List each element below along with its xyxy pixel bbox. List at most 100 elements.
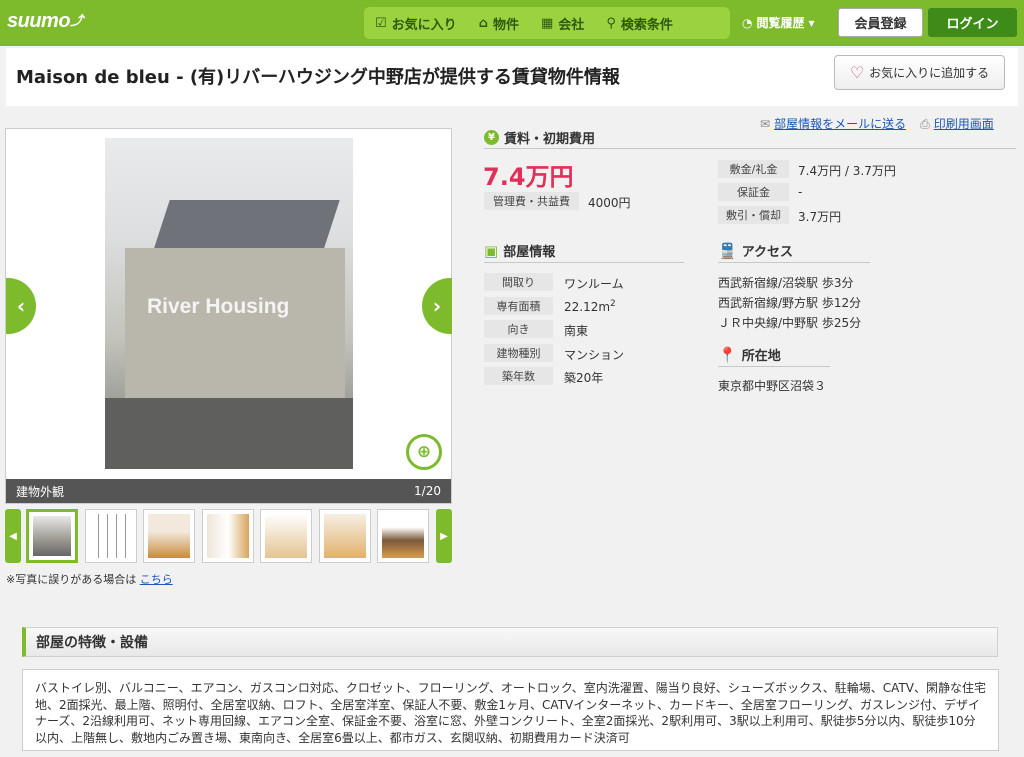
location-heading: 📍 所在地 (718, 345, 781, 365)
utility-links: ✉ 部屋情報をメールに送る ⎙ 印刷用画面 (760, 115, 994, 132)
photo-ground (105, 398, 353, 469)
prev-photo-button[interactable]: ‹ (6, 278, 36, 334)
thumbnail[interactable] (319, 509, 371, 563)
page-title: Maison de bleu - (有)リバーハウジング中野店が提供する賃貸物件… (16, 67, 620, 88)
check-box-icon: ☑ (375, 15, 387, 31)
nav-label: お気に入り (391, 17, 457, 33)
orientation-label: 向き (484, 320, 553, 338)
room-heading: ▣ 部屋情報 (484, 241, 556, 261)
photo-watermark: River Housing (147, 295, 290, 318)
caret-down-icon: ▾ (808, 15, 815, 30)
nav-label: 会社 (558, 17, 585, 33)
access-heading-text: アクセス (741, 245, 794, 260)
printer-icon: ⎙ (920, 117, 930, 131)
mail-icon: ✉ (760, 117, 771, 131)
area-number: 22.12m (564, 300, 611, 314)
building-type-label: 建物種別 (484, 344, 553, 362)
amortization-label: 敷引・償却 (718, 206, 789, 224)
nav-favorites[interactable]: ☑ お気に入り (364, 14, 468, 33)
photo-error-note: ※写真に誤りがある場合は こちら (6, 571, 173, 587)
room-heading-text: 部屋情報 (503, 245, 556, 260)
features-heading: 部屋の特徴・設備 (22, 627, 998, 657)
logo-arrow-icon: ⤴ (70, 13, 83, 28)
history-dropdown[interactable]: ◔ 閲覧履歴 ▾ (742, 14, 815, 31)
rent-price: 7.4万円 (483, 163, 574, 191)
thumbnail-image (33, 516, 71, 556)
location-heading-text: 所在地 (741, 349, 781, 364)
chevron-left-icon: ‹ (16, 294, 26, 318)
add-favorite-button[interactable]: ♡ お気に入りに追加する (834, 55, 1005, 90)
access-line: 西武新宿線/野方駅 歩12分 (718, 296, 862, 310)
nav-search-conditions[interactable]: ⚲ 検索条件 (595, 14, 684, 33)
thumbnail-image (265, 514, 307, 558)
thumbnail[interactable] (26, 509, 78, 563)
layout-value: ワンルーム (564, 277, 624, 291)
guarantee-label: 保証金 (718, 183, 789, 201)
report-link[interactable]: こちら (140, 573, 173, 586)
mail-link-wrap: ✉ 部屋情報をメールに送る (760, 115, 906, 132)
access-line: ＪＲ中央線/中野駅 歩25分 (718, 316, 862, 330)
thumbnail[interactable] (260, 509, 312, 563)
next-photo-button[interactable]: › (422, 278, 452, 334)
main-photo[interactable]: River Housing (105, 138, 353, 469)
site-header: suumo⤴ ☑ お気に入り ⌂ 物件 ▦ 会社 ⚲ 検索条件 ◔ 閲覧履歴 ▾ 会員登録 … (0, 0, 1024, 46)
access-heading: 🚆 アクセス (718, 241, 794, 261)
zoom-in-icon: ⊕ (416, 442, 432, 462)
print-link-wrap: ⎙ 印刷用画面 (920, 115, 994, 132)
thumbnail[interactable] (143, 509, 195, 563)
age-value: 築20年 (564, 371, 604, 385)
photo-gallery: River Housing ‹ › ⊕ 建物外観 1/20 (5, 128, 452, 504)
divider (484, 262, 684, 263)
features-list: バストイレ別、バルコニー、エアコン、ガスコンロ対応、クロゼット、フローリング、オ… (22, 669, 999, 751)
divider (484, 148, 1016, 149)
orientation-value: 南東 (564, 324, 589, 338)
rent-heading-text: 賃料・初期費用 (504, 132, 596, 147)
login-button[interactable]: ログイン (928, 8, 1017, 37)
building-type-value: マンション (564, 348, 625, 362)
yen-icon: ¥ (484, 130, 499, 145)
nav-properties[interactable]: ⌂ 物件 (468, 14, 530, 33)
access-line: 西武新宿線/沼袋駅 歩3分 (718, 276, 854, 290)
deposit-label: 敷金/礼金 (718, 160, 789, 178)
thumbnail-strip: ◀ ▶ (5, 509, 452, 563)
clock-icon: ◔ (742, 15, 753, 30)
photo-caption-bar: 建物外観 1/20 (6, 479, 451, 503)
amortization-value: 3.7万円 (798, 210, 842, 224)
add-favorite-label: お気に入りに追加する (869, 66, 990, 80)
photo-counter: 1/20 (414, 484, 441, 498)
main-nav: ☑ お気に入り ⌂ 物件 ▦ 会社 ⚲ 検索条件 (364, 7, 730, 39)
guarantee-value: - (798, 185, 803, 199)
print-link[interactable]: 印刷用画面 (934, 117, 994, 131)
area-value: 22.12m2 (564, 299, 616, 314)
nav-label: 物件 (492, 17, 519, 33)
home-icon: ⌂ (478, 15, 488, 31)
thumbnail[interactable] (85, 509, 137, 563)
rent-heading: ¥ 賃料・初期費用 (484, 128, 595, 147)
zoom-button[interactable]: ⊕ (406, 434, 442, 470)
floorplan-icon: ▣ (484, 241, 499, 260)
thumbnail[interactable] (202, 509, 254, 563)
divider (718, 262, 870, 263)
suumo-logo[interactable]: suumo⤴ (7, 10, 83, 33)
mail-link[interactable]: 部屋情報をメールに送る (774, 117, 906, 131)
nav-label: 検索条件 (620, 17, 673, 33)
thumbs-prev-button[interactable]: ◀ (5, 509, 21, 563)
photo-wall (125, 248, 345, 398)
thumbnail-image (148, 514, 190, 558)
thumbnail[interactable] (377, 509, 429, 563)
mgmt-fee-value: 4000円 (588, 196, 631, 210)
address-value: 東京都中野区沼袋３ (718, 379, 827, 393)
heart-icon: ♡ (849, 63, 865, 82)
layout-label: 間取り (484, 273, 553, 291)
register-button[interactable]: 会員登録 (838, 8, 923, 37)
nav-companies[interactable]: ▦ 会社 (530, 14, 595, 33)
chevron-right-icon: › (432, 294, 442, 318)
thumbs-next-button[interactable]: ▶ (436, 509, 452, 563)
map-pin-icon: 📍 (718, 345, 737, 364)
triangle-right-icon: ▶ (440, 530, 448, 542)
deposit-value: 7.4万円 / 3.7万円 (798, 164, 896, 178)
search-icon: ⚲ (606, 15, 616, 31)
area-unit-sup: 2 (610, 299, 616, 309)
thumbnail-image (324, 514, 366, 558)
thumbnail-image (207, 514, 249, 558)
